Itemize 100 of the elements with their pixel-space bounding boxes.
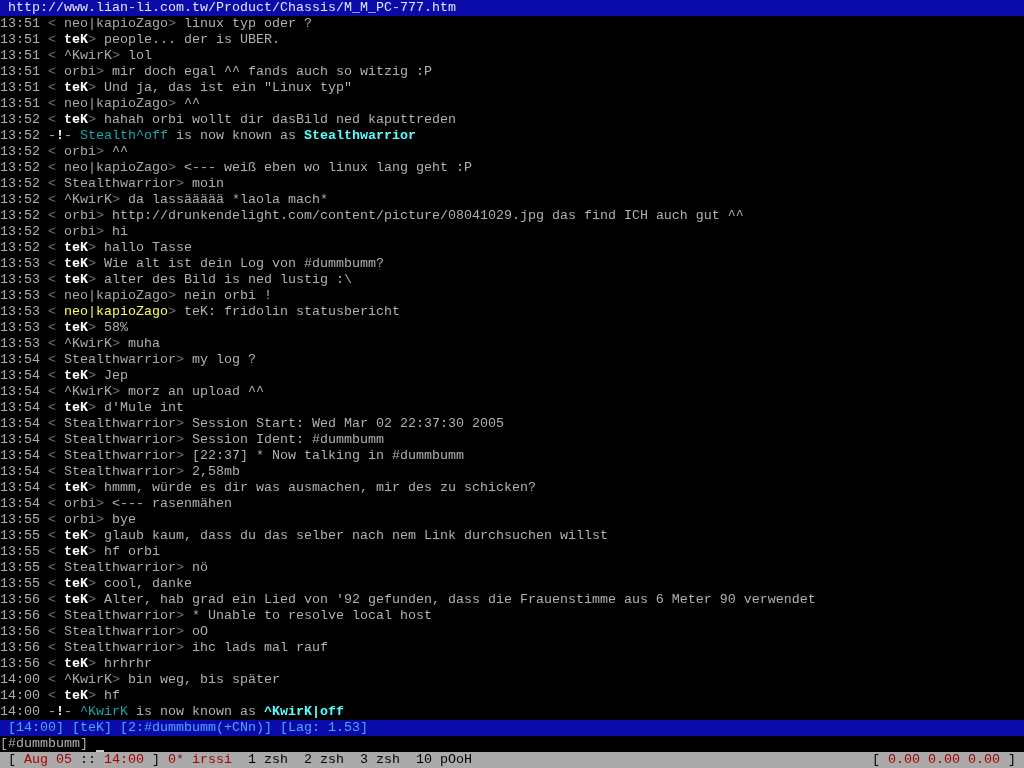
nick-label: < teK> xyxy=(48,256,96,272)
message-text: muha xyxy=(128,336,160,352)
message-text: Und ja, das ist ein "Linux typ" xyxy=(104,80,352,96)
message-text: hf orbi xyxy=(104,544,160,560)
timestamp: 13:54 xyxy=(0,416,40,432)
timestamp: 14:00 xyxy=(0,688,40,704)
nick-label: < Stealthwarrior> xyxy=(48,352,184,368)
message-text: nein orbi ! xyxy=(184,288,272,304)
nick-label: < orbi> xyxy=(48,144,104,160)
input-prompt: [#dummbumm] xyxy=(0,736,88,752)
timestamp: 13:53 xyxy=(0,320,40,336)
timestamp: 13:56 xyxy=(0,656,40,672)
message-text: <--- rasenmähen xyxy=(112,496,232,512)
timestamp: 14:00 xyxy=(0,704,40,720)
message-text: ^^ xyxy=(112,144,128,160)
nick-label: < teK> xyxy=(48,368,96,384)
timestamp: 13:52 xyxy=(0,208,40,224)
status-item: [2:#dummbumm(+CNn)] xyxy=(120,720,272,736)
timestamp: 13:56 xyxy=(0,640,40,656)
nick-label: < teK> xyxy=(48,656,96,672)
window-tab[interactable]: 1 zsh xyxy=(248,752,288,768)
message-text: hmmm, würde es dir was ausmachen, mir des zu schicken? xyxy=(104,480,536,496)
timestamp: 13:51 xyxy=(0,32,40,48)
nick-label: < Stealthwarrior> xyxy=(48,416,184,432)
message-text: ihc lads mal rauf xyxy=(192,640,328,656)
message-text: lol xyxy=(128,48,152,64)
timestamp: 13:51 xyxy=(0,96,40,112)
nick-change-text: Stealth^off is now known as Stealthwarrior xyxy=(80,128,416,144)
nick-label: < Stealthwarrior> xyxy=(48,448,184,464)
message-text: linux typ oder ? xyxy=(184,16,312,32)
timestamp: 13:53 xyxy=(0,304,40,320)
nick-label: < orbi> xyxy=(48,64,104,80)
message-text: 2,58mb xyxy=(192,464,240,480)
nick-label: < teK> xyxy=(48,528,96,544)
window-tab[interactable]: 2 zsh xyxy=(304,752,344,768)
timestamp: 14:00 xyxy=(0,672,40,688)
nick-label: < neo|kapioZago> xyxy=(48,288,176,304)
status-item: [teK] xyxy=(72,720,112,736)
timestamp: 13:52 xyxy=(0,240,40,256)
message-text: <--- weiß eben wo linux lang geht :P xyxy=(184,160,472,176)
timestamp: 13:52 xyxy=(0,224,40,240)
timestamp: 13:54 xyxy=(0,400,40,416)
timestamp: 13:55 xyxy=(0,544,40,560)
message-text: Session Start: Wed Mar 02 22:37:30 2005 xyxy=(192,416,504,432)
message-text: morz an upload ^^ xyxy=(128,384,264,400)
cursor-icon xyxy=(96,750,104,752)
timestamp: 13:54 xyxy=(0,352,40,368)
nick-label: < orbi> xyxy=(48,512,104,528)
nick-label: < teK> xyxy=(48,240,96,256)
nick-label: < teK> xyxy=(48,80,96,96)
nick-label: < orbi> xyxy=(48,224,104,240)
nick-label: < ^KwirK> xyxy=(48,336,120,352)
status-item: [14:00] xyxy=(8,720,64,736)
message-text: hrhrhr xyxy=(104,656,152,672)
message-text: hallo Tasse xyxy=(104,240,192,256)
timestamp: 13:54 xyxy=(0,432,40,448)
timestamp: 13:52 xyxy=(0,192,40,208)
window-tab[interactable]: 3 zsh xyxy=(360,752,400,768)
timestamp: 13:55 xyxy=(0,560,40,576)
timestamp: 13:52 xyxy=(0,160,40,176)
nick-label: < ^KwirK> xyxy=(48,384,120,400)
message-text: nö xyxy=(192,560,208,576)
message-text: cool, danke xyxy=(104,576,192,592)
nick-label: < Stealthwarrior> xyxy=(48,464,184,480)
nick-label: < neo|kapioZago> xyxy=(48,304,176,320)
nick-label: < teK> xyxy=(48,400,96,416)
message-text: bye xyxy=(112,512,136,528)
message-text: Session Ident: #dummbumm xyxy=(192,432,384,448)
message-text: hahah orbi wollt dir dasBild ned kaputtreden xyxy=(104,112,456,128)
nick-label: < orbi> xyxy=(48,208,104,224)
timestamp: 13:52 xyxy=(0,128,40,144)
nick-label: < teK> xyxy=(48,480,96,496)
nick-change-text: ^KwirK is now known as ^KwirK|off xyxy=(80,704,344,720)
timestamp: 13:53 xyxy=(0,256,40,272)
message-text: Wie alt ist dein Log von #dummbumm? xyxy=(104,256,384,272)
message-text: hf xyxy=(104,688,120,704)
message-text: my log ? xyxy=(192,352,256,368)
message-text: people... der is UBER. xyxy=(104,32,280,48)
timestamp: 13:51 xyxy=(0,64,40,80)
nick-label: < teK> xyxy=(48,688,96,704)
nick-label: < teK> xyxy=(48,272,96,288)
nick-label: < Stealthwarrior> xyxy=(48,624,184,640)
nick-label: < ^KwirK> xyxy=(48,192,120,208)
window-tab[interactable]: 10 pOoH xyxy=(416,752,472,768)
notice-marker: -!- xyxy=(48,128,72,144)
timestamp: 13:55 xyxy=(0,512,40,528)
nick-label: < orbi> xyxy=(48,496,104,512)
message-text: alter des Bild is ned lustig :\ xyxy=(104,272,352,288)
message-text: http://drunkendelight.com/content/picture/08041029.jpg das find ICH auch gut ^^ xyxy=(112,208,744,224)
nick-label: < Stealthwarrior> xyxy=(48,560,184,576)
timestamp: 13:54 xyxy=(0,384,40,400)
message-text: 58% xyxy=(104,320,128,336)
nick-label: < teK> xyxy=(48,32,96,48)
timestamp: 13:54 xyxy=(0,448,40,464)
timestamp: 13:56 xyxy=(0,624,40,640)
timestamp: 13:54 xyxy=(0,368,40,384)
timestamp: 13:56 xyxy=(0,608,40,624)
load-average: [ 0.00 0.00 0.00 ] xyxy=(872,752,1016,768)
nick-label: < neo|kapioZago> xyxy=(48,160,176,176)
nick-label: < Stealthwarrior> xyxy=(48,608,184,624)
